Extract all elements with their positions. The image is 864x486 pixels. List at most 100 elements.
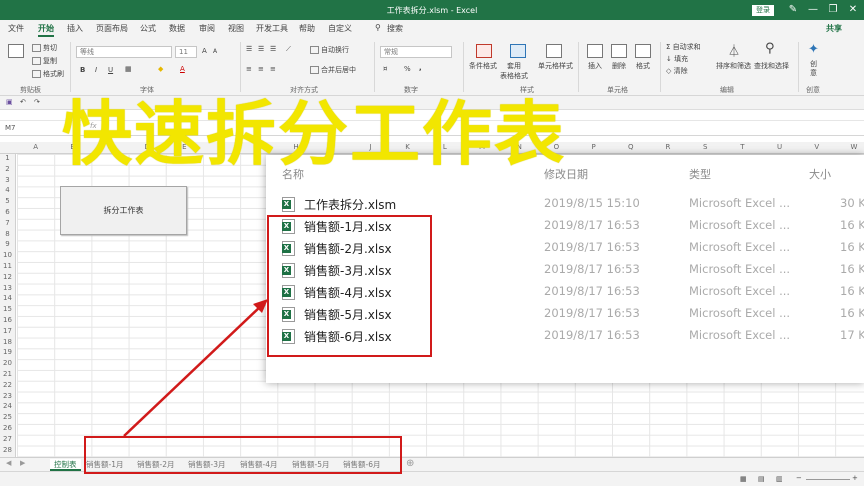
paste-icon[interactable] xyxy=(8,44,24,58)
row-header[interactable]: 3 xyxy=(0,176,15,184)
row-header[interactable]: 13 xyxy=(0,284,15,292)
tab-help[interactable]: 帮助 xyxy=(299,23,315,34)
align-center-icon[interactable]: ≡ xyxy=(258,65,264,73)
redo-icon[interactable]: ↷ xyxy=(34,98,40,106)
grow-font-button[interactable]: A xyxy=(202,47,207,55)
column-header[interactable]: U xyxy=(761,143,798,151)
minimize-button[interactable]: — xyxy=(806,3,820,17)
column-header[interactable]: Q xyxy=(612,143,649,151)
row-header[interactable]: 14 xyxy=(0,294,15,302)
zoom-out-icon[interactable]: − xyxy=(796,474,802,482)
fill-button[interactable]: ↓ 填充 xyxy=(666,54,688,64)
conditional-format-icon[interactable] xyxy=(476,44,492,58)
page-break-icon[interactable]: ▥ xyxy=(776,475,783,483)
align-top-icon[interactable]: ☰ xyxy=(246,45,252,53)
tab-page-layout[interactable]: 页面布局 xyxy=(96,23,128,34)
sort-filter-button[interactable]: 排序和筛选 xyxy=(716,61,751,71)
row-header[interactable]: 20 xyxy=(0,359,15,367)
find-select-button[interactable]: 查找和选择 xyxy=(754,61,789,71)
clear-button[interactable]: ◇ 清除 xyxy=(666,66,688,76)
align-bottom-icon[interactable]: ☰ xyxy=(270,45,276,53)
format-cells-button[interactable]: 格式 xyxy=(636,61,650,71)
format-cells-icon[interactable] xyxy=(635,44,651,58)
row-header[interactable]: 6 xyxy=(0,208,15,216)
tab-insert[interactable]: 插入 xyxy=(67,23,83,34)
next-sheet-icon[interactable]: ▶ xyxy=(20,459,25,467)
currency-icon[interactable]: ¤ xyxy=(383,65,387,73)
row-header[interactable]: 28 xyxy=(0,446,15,454)
row-header[interactable]: 24 xyxy=(0,402,15,410)
percent-button[interactable]: % xyxy=(404,65,411,73)
split-sheet-button[interactable]: 拆分工作表 xyxy=(60,186,187,235)
column-header-type[interactable]: 类型 xyxy=(689,166,711,182)
ideas-icon[interactable]: ✦ xyxy=(808,42,819,57)
ideas-button[interactable]: 创 意 xyxy=(810,60,817,78)
row-header[interactable]: 21 xyxy=(0,370,15,378)
restore-button[interactable]: ❐ xyxy=(826,3,840,17)
sheet-tab[interactable]: 控制表 xyxy=(50,459,81,471)
row-header[interactable]: 1 xyxy=(0,154,15,162)
align-left-icon[interactable]: ≡ xyxy=(246,65,252,73)
column-header-size[interactable]: 大小 xyxy=(809,166,831,182)
undo-icon[interactable]: ↶ xyxy=(20,98,26,106)
close-button[interactable]: ✕ xyxy=(846,3,860,17)
italic-button[interactable]: I xyxy=(95,66,97,74)
search-icon[interactable]: ⚲ xyxy=(375,23,381,32)
fill-color-icon[interactable]: ◆ xyxy=(158,65,163,73)
row-header[interactable]: 7 xyxy=(0,219,15,227)
insert-cells-icon[interactable] xyxy=(587,44,603,58)
shrink-font-button[interactable]: A xyxy=(213,48,217,55)
column-header[interactable]: P xyxy=(575,143,612,151)
file-row[interactable]: 工作表拆分.xlsm 2019/8/15 15:10 Microsoft Excel… xyxy=(266,193,864,215)
row-header[interactable]: 9 xyxy=(0,240,15,248)
zoom-in-icon[interactable]: + xyxy=(852,474,858,482)
font-size-select[interactable]: 11 xyxy=(175,46,197,58)
align-right-icon[interactable]: ≡ xyxy=(270,65,276,73)
tab-home[interactable]: 开始 xyxy=(38,23,54,37)
row-header[interactable]: 11 xyxy=(0,262,15,270)
autosum-button[interactable]: Σ 自动求和 xyxy=(666,42,701,52)
comma-button[interactable]: , xyxy=(419,64,422,72)
delete-cells-icon[interactable] xyxy=(611,44,627,58)
bold-button[interactable]: B xyxy=(80,66,85,74)
font-color-button[interactable]: A xyxy=(180,65,185,73)
tab-developer[interactable]: 开发工具 xyxy=(256,23,288,34)
name-box[interactable]: M7 xyxy=(2,122,62,135)
tab-data[interactable]: 数据 xyxy=(169,23,185,34)
cell-styles-button[interactable]: 单元格样式 xyxy=(538,61,573,71)
row-header[interactable]: 23 xyxy=(0,392,15,400)
row-header[interactable]: 2 xyxy=(0,165,15,173)
row-header[interactable]: 26 xyxy=(0,424,15,432)
merge-center-button[interactable]: 合并后居中 xyxy=(310,65,356,75)
cell-styles-icon[interactable] xyxy=(546,44,562,58)
row-header[interactable]: 19 xyxy=(0,348,15,356)
number-format-select[interactable]: 常规 xyxy=(380,46,452,58)
row-header[interactable]: 22 xyxy=(0,381,15,389)
pen-icon[interactable]: ✎ xyxy=(786,3,800,17)
zoom-slider[interactable] xyxy=(806,479,850,480)
tab-custom[interactable]: 自定义 xyxy=(328,23,352,34)
tab-formulas[interactable]: 公式 xyxy=(140,23,156,34)
find-icon[interactable]: ⚲ xyxy=(765,41,775,56)
row-header[interactable]: 10 xyxy=(0,251,15,259)
prev-sheet-icon[interactable]: ◀ xyxy=(6,459,11,467)
add-sheet-button[interactable]: ⊕ xyxy=(406,458,414,469)
row-header[interactable]: 12 xyxy=(0,273,15,281)
normal-view-icon[interactable]: ▦ xyxy=(740,475,747,483)
tab-view[interactable]: 视图 xyxy=(228,23,244,34)
row-header[interactable]: 16 xyxy=(0,316,15,324)
login-button[interactable]: 登录 xyxy=(752,5,774,16)
row-header[interactable]: 4 xyxy=(0,186,15,194)
copy-button[interactable]: 复制 xyxy=(32,56,57,66)
wrap-text-button[interactable]: 自动换行 xyxy=(310,45,349,55)
delete-cells-button[interactable]: 删除 xyxy=(612,61,626,71)
column-header[interactable]: A xyxy=(17,143,54,151)
row-header[interactable]: 5 xyxy=(0,197,15,205)
table-format-icon[interactable] xyxy=(510,44,526,58)
font-name-select[interactable]: 等线 xyxy=(76,46,172,58)
sort-filter-icon[interactable]: ⏃ xyxy=(728,42,740,59)
row-header[interactable]: 25 xyxy=(0,413,15,421)
underline-button[interactable]: U xyxy=(108,66,113,74)
insert-cells-button[interactable]: 插入 xyxy=(588,61,602,71)
row-header[interactable]: 8 xyxy=(0,230,15,238)
